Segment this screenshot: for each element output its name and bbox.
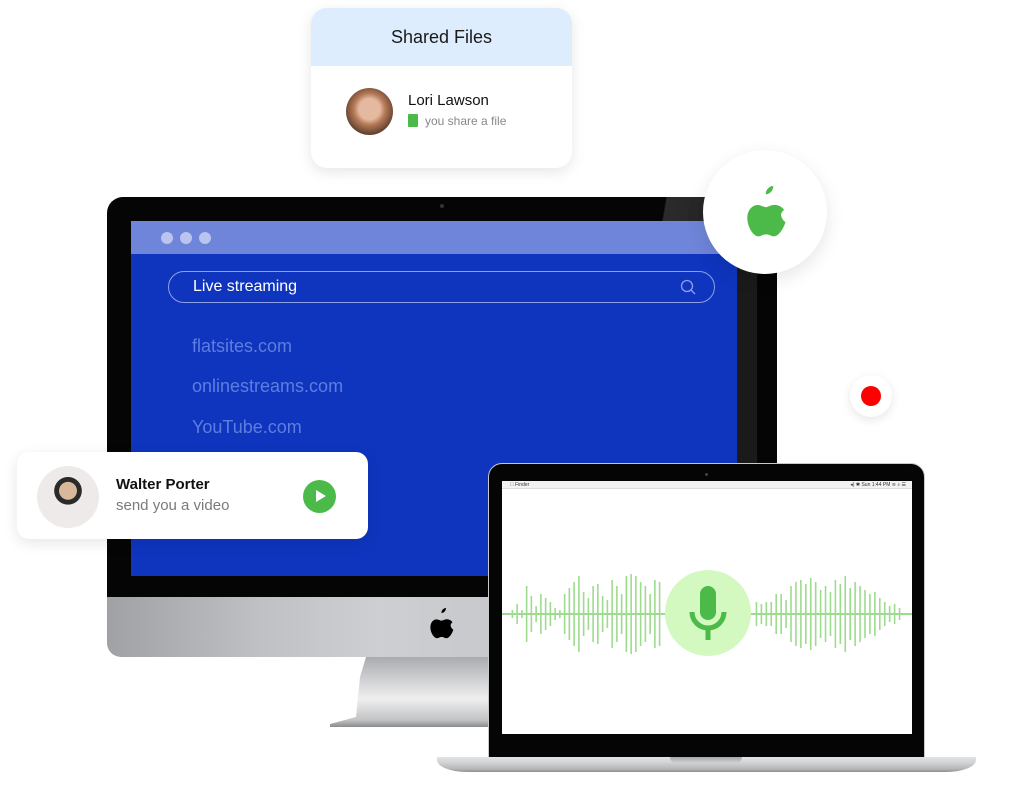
imac-stand <box>330 657 490 727</box>
avatar <box>37 466 99 528</box>
file-icon <box>408 114 418 127</box>
suggestion-item[interactable]: onlinestreams.com <box>192 376 343 397</box>
apple-logo-icon <box>430 608 454 639</box>
search-value: Live streaming <box>193 278 298 295</box>
search-input[interactable]: Live streaming <box>168 271 715 303</box>
window-dot[interactable] <box>180 232 192 244</box>
user-name: Lori Lawson <box>408 92 489 109</box>
avatar <box>346 88 393 135</box>
record-button[interactable] <box>850 375 892 417</box>
suggestion-item[interactable]: flatsites.com <box>192 336 292 357</box>
play-button[interactable] <box>303 480 336 513</box>
record-icon <box>861 386 881 406</box>
window-dot[interactable] <box>199 232 211 244</box>
suggestion-item[interactable]: YouTube.com <box>192 417 302 438</box>
microphone-icon <box>689 586 727 640</box>
activity-text: you share a file <box>425 114 507 128</box>
laptop-notch <box>670 757 742 763</box>
apple-logo-icon <box>747 186 786 237</box>
laptop-camera <box>705 473 708 476</box>
laptop-screen:  Finder ◂) ✱ Sun 1:44 PM ≋ ⌕ ☰ <box>502 481 912 734</box>
user-name: Walter Porter <box>116 476 210 493</box>
apple-badge <box>703 150 827 274</box>
video-notification-card[interactable]: Walter Porter send you a video <box>17 452 368 539</box>
imac-camera <box>440 204 444 208</box>
search-icon[interactable] <box>680 279 696 295</box>
shared-files-card[interactable]: Shared Files Lori Lawson you share a fil… <box>311 8 572 168</box>
browser-title-bar <box>131 221 757 254</box>
window-dot[interactable] <box>161 232 173 244</box>
shared-files-title: Shared Files <box>311 8 572 66</box>
activity-text: send you a video <box>116 497 230 514</box>
microphone-button[interactable] <box>665 570 751 656</box>
